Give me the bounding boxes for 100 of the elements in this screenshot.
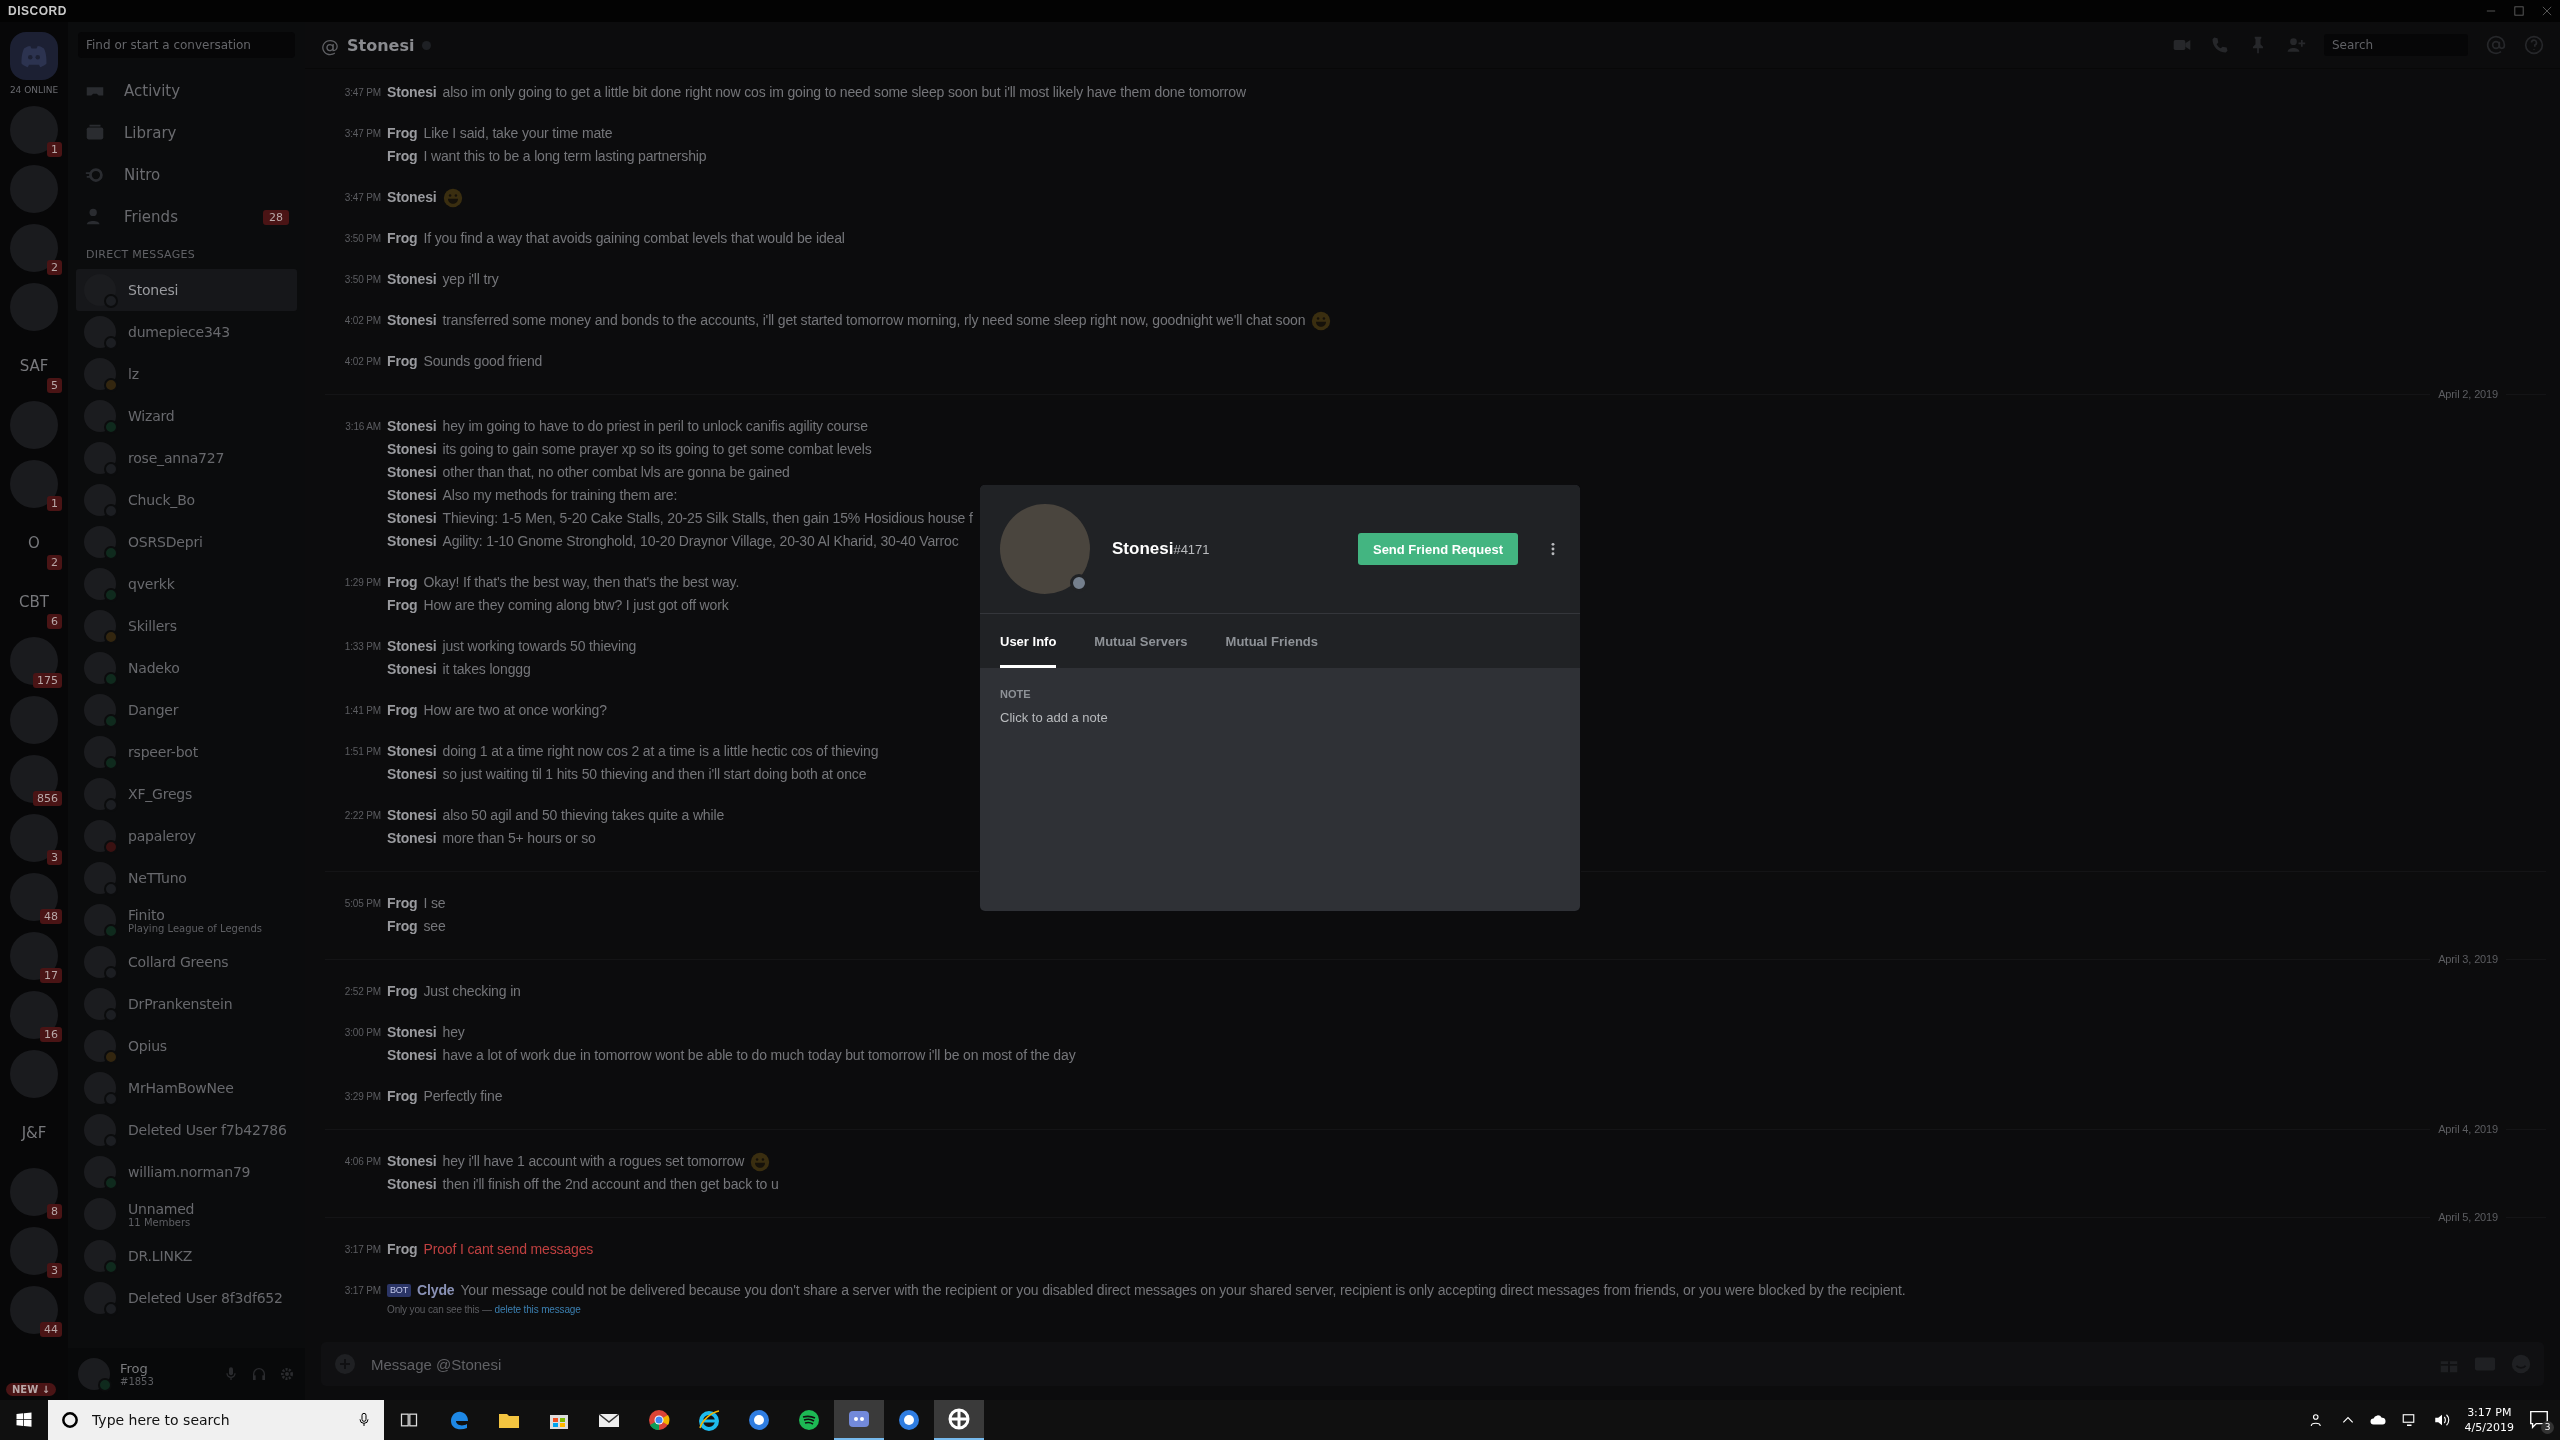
mention-badge: 17 (40, 968, 62, 983)
message-composer[interactable]: Message @Stonesi (321, 1342, 2544, 1386)
dm-item[interactable]: Danger (76, 689, 297, 731)
nav-item[interactable]: Library (76, 112, 297, 154)
server-initials: J&F (21, 1124, 47, 1142)
profile-username: Stonesi (1112, 539, 1174, 558)
dm-item[interactable]: Deleted User f7b42786 (76, 1109, 297, 1151)
profile-tab[interactable]: Mutual Friends (1225, 614, 1318, 668)
dm-item[interactable]: XF_Gregs (76, 773, 297, 815)
dm-item[interactable]: Opius (76, 1025, 297, 1067)
dm-item[interactable]: Unnamed 11 Members (76, 1193, 297, 1235)
dm-item[interactable]: OSRSDepri (76, 521, 297, 563)
message-author[interactable]: Stonesi (387, 1150, 437, 1173)
new-unreads-pill[interactable]: NEW ↓ (6, 1383, 57, 1396)
nav-item[interactable]: Activity (76, 70, 297, 112)
dm-item[interactable]: Wizard (76, 395, 297, 437)
message-input[interactable]: Message @Stonesi (369, 1354, 2426, 1374)
dm-item[interactable]: Deleted User 8f3df652 (76, 1277, 297, 1319)
nav-item[interactable]: Nitro (76, 154, 297, 196)
message-author[interactable]: Stonesi (387, 804, 437, 827)
message-author[interactable]: Frog (387, 1085, 418, 1108)
message-text: How are two at once working? (423, 701, 607, 720)
profile-tab[interactable]: Mutual Servers (1094, 614, 1188, 668)
dm-item[interactable]: qverkk (76, 563, 297, 605)
message-text: Sounds good friend (423, 352, 543, 371)
message-author[interactable]: Stonesi (387, 827, 437, 850)
message-author[interactable]: Frog (387, 892, 418, 915)
dm-item[interactable]: rspeer-bot (76, 731, 297, 773)
message-author[interactable]: Stonesi (387, 1021, 437, 1044)
clock-time[interactable]: 3:17 PM (2467, 1405, 2512, 1420)
dm-item[interactable]: Chuck_Bo (76, 479, 297, 521)
dm-item[interactable]: Collard Greens (76, 941, 297, 983)
internet-explorer-icon[interactable] (697, 1408, 721, 1432)
timestamp: 3:00 PM (343, 1026, 382, 1040)
message-author[interactable]: Frog (387, 1238, 418, 1261)
message-author[interactable]: Stonesi (387, 461, 437, 484)
dm-item[interactable]: Finito Playing League of Legends (76, 899, 297, 941)
message-author[interactable]: Frog (387, 122, 418, 145)
timestamp: 1:29 PM (343, 576, 382, 590)
message-author[interactable]: Stonesi (387, 635, 437, 658)
message-author[interactable]: Stonesi (387, 507, 437, 530)
message-author[interactable]: Stonesi (387, 268, 437, 291)
dm-item[interactable]: Nadeko (76, 647, 297, 689)
dm-item[interactable]: dumepiece343 (76, 311, 297, 353)
message-author[interactable]: Stonesi (387, 415, 437, 438)
notifications-button[interactable]: 3 (2528, 1408, 2552, 1432)
message-text: more than 5+ hours or so (442, 829, 596, 848)
message-author[interactable]: Stonesi (387, 1173, 437, 1196)
taskbar-search[interactable]: Type here to search (48, 1400, 384, 1440)
message-author[interactable]: Stonesi (387, 81, 437, 104)
profile-tab[interactable]: User Info (1000, 614, 1057, 668)
message-author[interactable]: Stonesi (387, 740, 437, 763)
search-field[interactable]: Search (2324, 34, 2468, 56)
dm-item[interactable]: papaleroy (76, 815, 297, 857)
dm-item[interactable]: DrPrankenstein (76, 983, 297, 1025)
message-author[interactable]: Frog (387, 571, 418, 594)
dm-item[interactable]: MrHamBowNee (76, 1067, 297, 1109)
message-text: so just waiting til 1 hits 50 thieving and then i'll start doing both at once (442, 765, 867, 784)
note-field[interactable]: Click to add a note (1000, 710, 1400, 725)
message-author[interactable]: Stonesi (387, 186, 437, 209)
chrome-icon[interactable] (647, 1408, 671, 1432)
message-author[interactable]: Stonesi (387, 763, 437, 786)
message-author[interactable]: Frog (387, 227, 418, 250)
search-field[interactable]: Type here to search (90, 1411, 346, 1429)
message-author[interactable]: Frog (387, 699, 418, 722)
nav-item[interactable]: Friends 28 (76, 196, 297, 238)
dm-item[interactable]: lz (76, 353, 297, 395)
taskbar-app[interactable] (934, 1400, 984, 1440)
clock-date[interactable]: 4/5/2019 (2464, 1420, 2514, 1435)
status-icon (422, 40, 432, 50)
app-circle-icon[interactable] (897, 1408, 921, 1432)
message-author[interactable]: Frog (387, 980, 418, 1003)
close-icon[interactable] (2542, 6, 2552, 16)
message-text: Like I said, take your time mate (423, 124, 613, 143)
message-author[interactable]: Stonesi (387, 484, 437, 507)
message-author[interactable]: Stonesi (387, 658, 437, 681)
message-author[interactable]: Stonesi (387, 530, 437, 553)
dm-item[interactable]: DR.LINKZ (76, 1235, 297, 1277)
message-author[interactable]: Frog (387, 594, 418, 617)
windows-logo-icon (15, 1411, 33, 1429)
dm-item[interactable]: rose_anna727 (76, 437, 297, 479)
dm-item[interactable]: Stonesi (76, 269, 297, 311)
dm-item[interactable]: william.norman79 (76, 1151, 297, 1193)
message-author[interactable]: Stonesi (387, 1044, 437, 1067)
message-author[interactable]: Frog (387, 350, 418, 373)
message-author[interactable]: Stonesi (387, 309, 437, 332)
bot-tag: BOT (387, 1284, 412, 1297)
message-author[interactable]: Frog (387, 145, 418, 168)
spotify-icon[interactable] (797, 1408, 821, 1432)
delete-message-link[interactable]: delete this message (494, 1304, 581, 1315)
microphone-icon[interactable] (356, 1412, 372, 1428)
count-badge: 28 (263, 209, 289, 225)
message-author[interactable]: Stonesi (387, 438, 437, 461)
dm-item[interactable]: Skillers (76, 605, 297, 647)
app-circle-icon[interactable] (747, 1408, 771, 1432)
search-field[interactable]: Find or start a conversation (78, 32, 295, 58)
message-author[interactable]: Frog (387, 915, 418, 938)
server-icon[interactable]: J&F (10, 1109, 58, 1157)
message-author[interactable]: Clyde (417, 1279, 455, 1302)
dm-item[interactable]: NeTTuno (76, 857, 297, 899)
